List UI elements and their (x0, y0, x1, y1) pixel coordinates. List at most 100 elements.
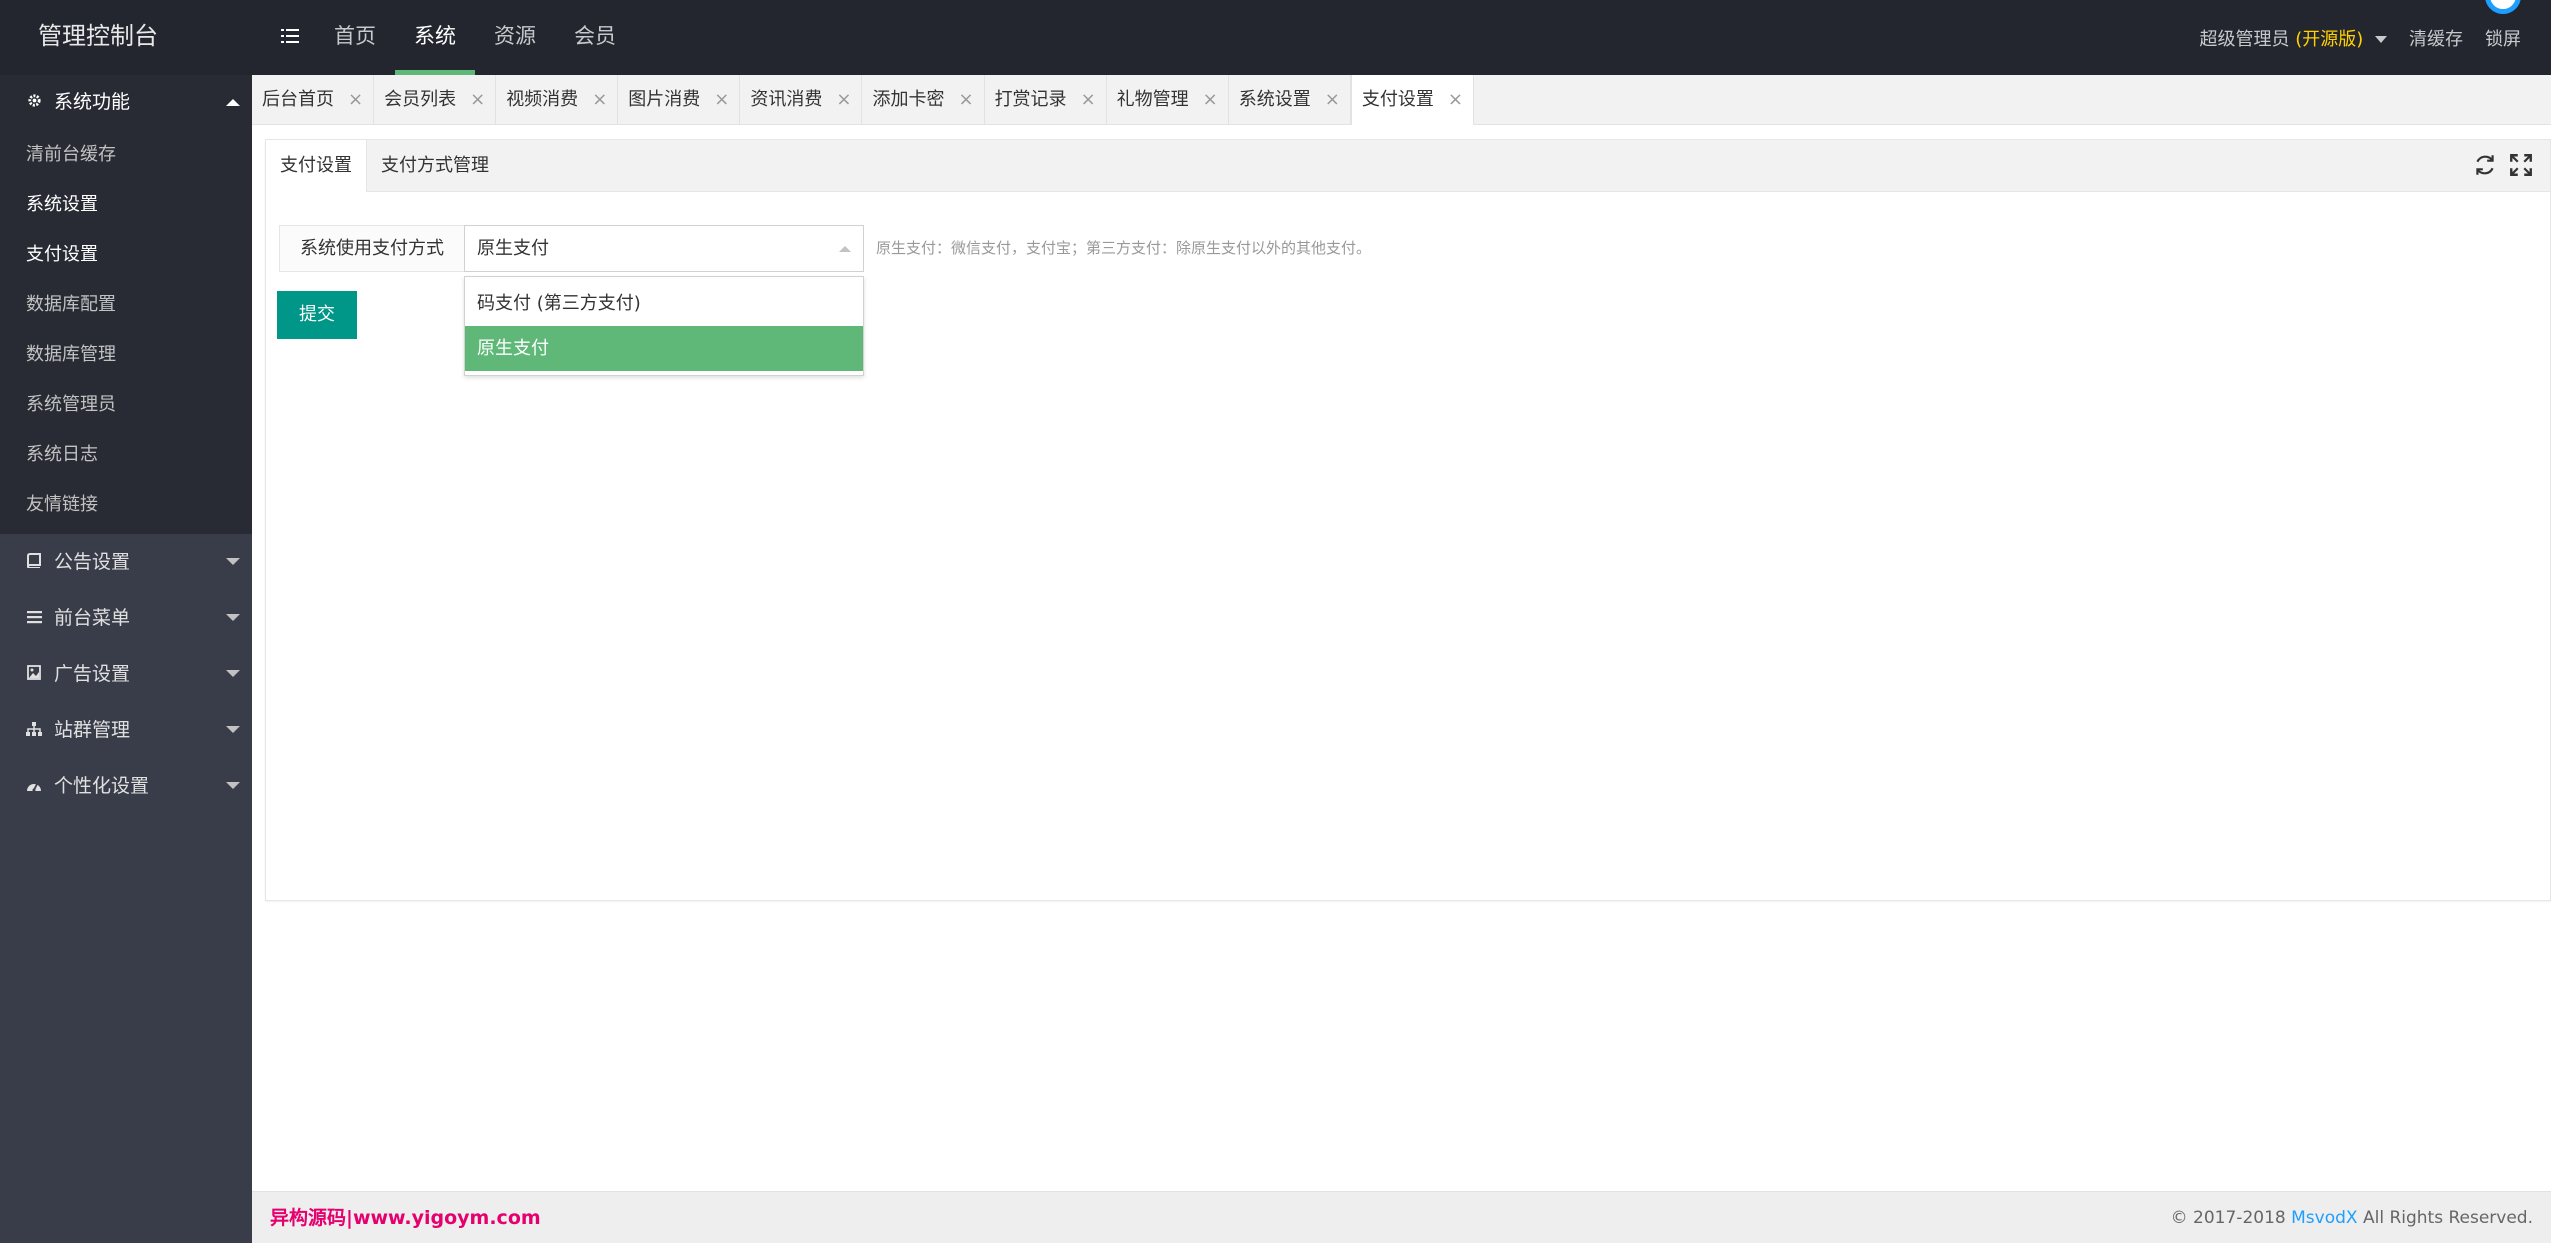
copyright-prefix: © 2017-2018 (2170, 1208, 2292, 1228)
nav-system[interactable]: 系统 (395, 0, 475, 75)
list-icon (26, 591, 42, 647)
book-icon (26, 535, 42, 591)
sidebar-group-label: 站群管理 (54, 719, 131, 741)
tab-member-list[interactable]: 会员列表 × (374, 75, 497, 125)
option-native-pay[interactable]: 原生支付 (465, 326, 863, 371)
tab-payment-settings[interactable]: 支付设置 × (1350, 75, 1474, 125)
user-name: 超级管理员 (2199, 28, 2290, 50)
card-tab-payment-methods[interactable]: 支付方式管理 (367, 140, 503, 192)
tab-tip-records[interactable]: 打赏记录 × (985, 75, 1107, 125)
sidebar-group-label: 广告设置 (54, 663, 131, 685)
close-icon[interactable]: × (714, 75, 729, 125)
clear-cache-link[interactable]: 清缓存 (2409, 25, 2463, 51)
footer-site-link[interactable]: 异构源码|www.yigoym.com (270, 1192, 541, 1243)
sidebar-group-site-cluster[interactable]: 站群管理 (0, 702, 252, 758)
sidebar-group-personalize[interactable]: 个性化设置 (0, 758, 252, 814)
fullscreen-icon[interactable] (2508, 152, 2534, 178)
tab-add-card[interactable]: 添加卡密 × (862, 75, 985, 125)
sidebar-submenu: 清前台缓存 系统设置 支付设置 数据库配置 数据库管理 系统管理员 系统日志 友… (0, 130, 252, 534)
sidebar: 系统功能 清前台缓存 系统设置 支付设置 数据库配置 数据库管理 系统管理员 系… (0, 75, 252, 1243)
select-value: 原生支付 (477, 238, 549, 259)
sidebar-group-front-menu[interactable]: 前台菜单 (0, 590, 252, 646)
chevron-up-icon (226, 99, 240, 106)
sidebar-group-ads[interactable]: 广告设置 (0, 646, 252, 702)
sidebar-group-label: 公告设置 (54, 551, 131, 573)
tab-label: 图片消费 (628, 89, 701, 110)
menu-toggle-icon[interactable] (265, 0, 315, 75)
tab-label: 资讯消费 (750, 89, 823, 110)
close-icon[interactable]: × (470, 75, 485, 125)
close-icon[interactable]: × (348, 75, 363, 125)
sidebar-group-system[interactable]: 系统功能 (0, 75, 252, 130)
edition-badge: (开源版) (2295, 28, 2364, 50)
chevron-down-icon (226, 670, 240, 677)
footer: 异构源码|www.yigoym.com © 2017-2018 MsvodX A… (252, 1191, 2551, 1243)
tab-label: 会员列表 (384, 89, 457, 110)
user-menu[interactable]: 超级管理员 (开源版) (2199, 25, 2387, 51)
lock-screen-link[interactable]: 锁屏 (2485, 25, 2521, 51)
copyright-suffix: All Rights Reserved. (2357, 1208, 2533, 1228)
tab-label: 视频消费 (506, 89, 579, 110)
nav-resources[interactable]: 资源 (475, 0, 555, 75)
close-icon[interactable]: × (958, 75, 973, 125)
tab-image-consume[interactable]: 图片消费 × (618, 75, 741, 125)
close-icon[interactable]: × (592, 75, 607, 125)
chevron-down-icon (226, 558, 240, 565)
tab-gift-manage[interactable]: 礼物管理 × (1107, 75, 1229, 125)
card-tab-payment-settings[interactable]: 支付设置 (266, 140, 367, 192)
sidebar-item-payment-settings[interactable]: 支付设置 (0, 230, 252, 280)
gear-icon (26, 75, 42, 130)
close-icon[interactable]: × (1448, 75, 1463, 125)
sidebar-item-system-settings[interactable]: 系统设置 (0, 180, 252, 230)
tab-system-settings[interactable]: 系统设置 × (1229, 75, 1351, 125)
card-tabs: 支付设置 支付方式管理 (266, 140, 2550, 192)
refresh-icon[interactable] (2472, 152, 2498, 178)
close-icon[interactable]: × (1325, 75, 1340, 125)
close-icon[interactable]: × (836, 75, 851, 125)
top-header: 管理控制台 首页 系统 资源 会员 超级管理员 (开源版) 清缓存 锁屏 (0, 0, 2551, 75)
payment-method-label: 系统使用支付方式 (279, 225, 464, 272)
nav-home[interactable]: 首页 (315, 0, 395, 75)
chevron-down-icon (226, 614, 240, 621)
tab-label: 后台首页 (262, 89, 334, 110)
image-icon (26, 647, 42, 703)
tab-label: 礼物管理 (1116, 89, 1189, 110)
tab-label: 打赏记录 (994, 89, 1067, 110)
tab-news-consume[interactable]: 资讯消费 × (740, 75, 863, 125)
sidebar-item-logs[interactable]: 系统日志 (0, 430, 252, 480)
header-actions: 超级管理员 (开源版) 清缓存 锁屏 (2177, 0, 2521, 75)
top-nav: 首页 系统 资源 会员 (265, 0, 635, 75)
tab-label: 支付设置 (1361, 89, 1434, 110)
tab-admin-home[interactable]: 后台首页 × (252, 75, 375, 125)
sidebar-item-links[interactable]: 友情链接 (0, 480, 252, 530)
sidebar-group-notice[interactable]: 公告设置 (0, 534, 252, 590)
submit-button[interactable]: 提交 (277, 291, 357, 339)
payment-method-row: 系统使用支付方式 原生支付 原生支付：微信支付，支付宝；第三方支付：除原生支付以… (279, 225, 1371, 272)
sidebar-item-db-manage[interactable]: 数据库管理 (0, 330, 252, 380)
payment-method-select[interactable]: 原生支付 (464, 225, 864, 272)
footer-copyright: © 2017-2018 MsvodX All Rights Reserved. (2171, 1192, 2533, 1243)
close-icon[interactable]: × (1203, 75, 1218, 125)
sidebar-item-clear-cache[interactable]: 清前台缓存 (0, 130, 252, 180)
sidebar-item-admins[interactable]: 系统管理员 (0, 380, 252, 430)
sidebar-group-label: 系统功能 (54, 91, 131, 113)
tab-label: 系统设置 (1238, 89, 1311, 110)
option-code-pay[interactable]: 码支付 (第三方支付) (465, 281, 863, 326)
page-tabs: 后台首页 × 会员列表 × 视频消费 × 图片消费 × 资讯消费 × 添加卡密 × 打赏记录… (252, 75, 2551, 125)
sidebar-group-label: 前台菜单 (54, 607, 131, 629)
chevron-up-icon (839, 246, 851, 252)
sidebar-item-db-config[interactable]: 数据库配置 (0, 280, 252, 330)
card-tools (2462, 152, 2534, 178)
tab-video-consume[interactable]: 视频消费 × (496, 75, 619, 125)
tab-label: 添加卡密 (872, 89, 945, 110)
nav-members[interactable]: 会员 (555, 0, 635, 75)
payment-method-dropdown: 码支付 (第三方支付) 原生支付 (464, 276, 864, 376)
payment-method-help: 原生支付：微信支付，支付宝；第三方支付：除原生支付以外的其他支付。 (876, 239, 1372, 257)
chevron-down-icon (2375, 36, 2387, 43)
payment-settings-card: 支付设置 支付方式管理 系统使用支付方式 原生支付 原生支付：微信支付，支付宝；… (265, 139, 2551, 901)
chevron-down-icon (226, 782, 240, 789)
brand-link[interactable]: MsvodX (2291, 1208, 2357, 1228)
sidebar-group-label: 个性化设置 (54, 775, 150, 797)
close-icon[interactable]: × (1081, 75, 1096, 125)
sitemap-icon (26, 703, 42, 759)
